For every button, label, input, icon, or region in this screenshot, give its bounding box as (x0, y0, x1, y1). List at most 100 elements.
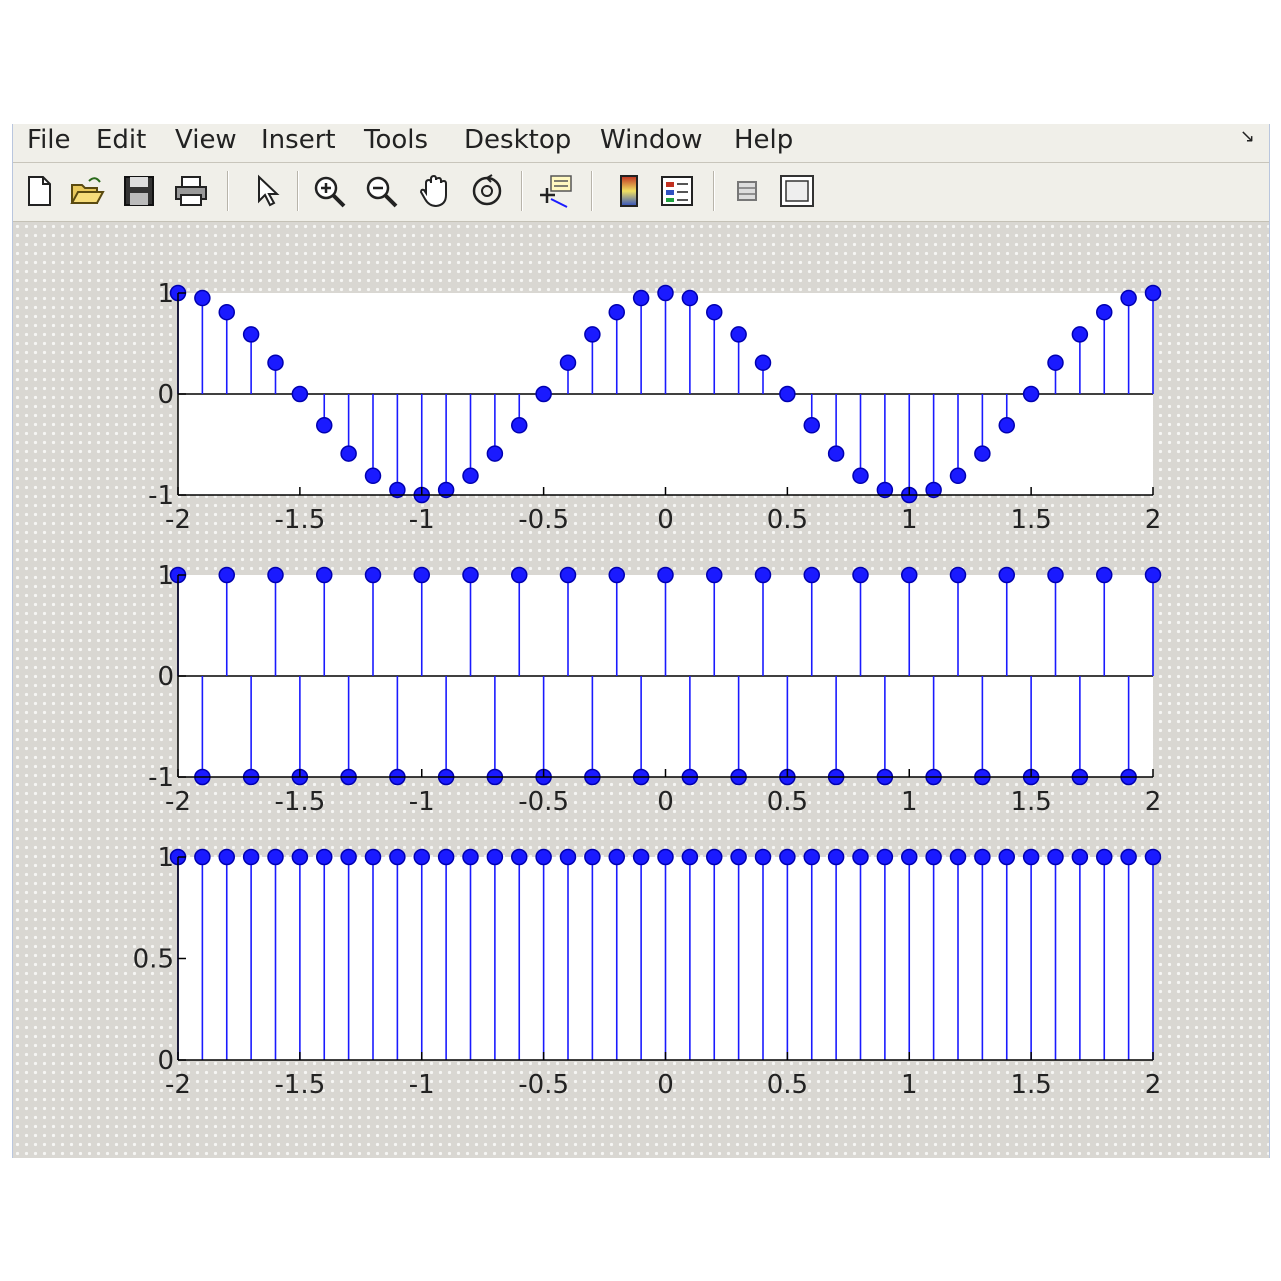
axes-3-marker (462, 848, 479, 866)
axes-2-x-tick-label: 0.5 (767, 787, 808, 817)
axes-3-marker (1047, 848, 1064, 866)
zoom-in-icon (314, 176, 346, 208)
axes-1-x-tick-label: -1.5 (275, 505, 326, 535)
axes-1-marker (949, 467, 967, 485)
menu-tools[interactable]: Tools (364, 124, 428, 156)
hand-icon (419, 174, 447, 208)
axes-2-x-tick-label: 2 (1145, 787, 1162, 817)
hide-tools-icon (737, 181, 757, 201)
figure-window: File Edit View Insert Tools Desktop Wind… (12, 124, 1270, 1158)
axes-3-marker (194, 848, 211, 866)
axes-3-marker (413, 848, 430, 866)
axes-3-marker (949, 848, 967, 866)
axes-3-marker (706, 848, 723, 866)
data-cursor-button[interactable] (537, 173, 573, 209)
axes-2-x-tick-label: 1 (901, 787, 918, 817)
axes-1-y-tick-label: -1 (148, 481, 174, 511)
rotate-3d-button[interactable] (469, 173, 505, 209)
figure-toolbar (13, 163, 1269, 222)
hide-plot-tools-button[interactable] (729, 173, 765, 209)
menu-help[interactable]: Help (734, 124, 793, 156)
axes-2-x-tick-label: 1.5 (1010, 787, 1051, 817)
axes-3-x-tick-label: 0 (657, 1070, 674, 1100)
axes-3-y-tick-label: 0.5 (133, 945, 174, 975)
axes-1-marker (608, 303, 625, 321)
axes-1-marker (364, 467, 382, 485)
zoom-in-button[interactable] (311, 173, 347, 209)
axes-3-marker (218, 848, 235, 866)
axes-3-marker (925, 848, 942, 866)
axes-1-marker (803, 417, 820, 434)
menu-window[interactable]: Window (600, 124, 703, 156)
new-figure-button[interactable] (21, 173, 57, 209)
axes-2-y-tick-label: 0 (157, 662, 174, 692)
floppy-disk-icon (124, 176, 154, 206)
stem-plots: -2 -1.5 -1 -0.5 0 0.5 1 1.5 2-101-2 -1.5 -1 -0.5 0 0.… (133, 279, 1162, 1100)
print-figure-button[interactable] (173, 173, 209, 209)
zoom-out-icon (366, 176, 398, 208)
arrow-cursor-icon (258, 174, 280, 207)
insert-legend-button[interactable] (659, 173, 695, 209)
axes-3-marker (364, 848, 382, 866)
axes-3-marker (852, 848, 869, 866)
legend-icon (661, 176, 693, 206)
axes-1-marker (1022, 385, 1040, 403)
new-document-icon (28, 176, 51, 206)
axes-1-marker (1096, 303, 1113, 321)
save-figure-button[interactable] (121, 173, 157, 209)
axes-2-x-tick-label: -0.5 (518, 787, 569, 817)
axes-2-marker (754, 566, 772, 584)
axes-1-x-tick-label: 2 (1145, 505, 1162, 535)
axes-1-marker (998, 417, 1015, 434)
axes-2-marker (852, 566, 869, 584)
axes-3-x-tick-label: 2 (1145, 1070, 1162, 1100)
axes-3-marker (803, 848, 820, 866)
menu-insert[interactable]: Insert (261, 124, 336, 156)
show-plot-tools-button[interactable] (779, 173, 815, 209)
axes-2-marker (706, 566, 723, 584)
axes-2-marker (511, 566, 528, 584)
axes-2-marker (949, 566, 967, 584)
dock-arrow-icon[interactable]: ↘ (1240, 126, 1255, 147)
axes-1-marker (340, 445, 357, 462)
axes-3-marker (340, 848, 357, 866)
axes-2-x-tick-label: -1.5 (275, 787, 326, 817)
axes-1-marker (316, 417, 333, 434)
axes-3-x-tick-label: 1 (901, 1070, 918, 1100)
axes-2-marker (608, 566, 625, 584)
axes-2-x-tick-label: -1 (409, 787, 435, 817)
axes-2-marker (413, 566, 430, 584)
menu-edit[interactable]: Edit (96, 124, 146, 156)
axes-3-x-tick-label: -0.5 (518, 1070, 569, 1100)
axes-1-marker (535, 385, 552, 403)
edit-plot-button[interactable] (249, 173, 285, 209)
axes-1-x-tick-label: -0.5 (518, 505, 569, 535)
pan-button[interactable] (417, 173, 453, 209)
show-tools-icon (780, 175, 814, 207)
axes-1-marker (852, 467, 869, 485)
axes-3-marker (632, 848, 650, 866)
axes-3-marker (730, 848, 747, 866)
axes-3-marker (242, 848, 260, 866)
axes-3-x-tick-label: -1 (409, 1070, 435, 1100)
axes-2-marker (462, 566, 479, 584)
menu-view[interactable]: View (175, 124, 237, 156)
colorbar-icon (620, 175, 638, 207)
axes-2-marker (901, 566, 918, 584)
insert-colorbar-button[interactable] (611, 173, 647, 209)
axes-1-marker (730, 326, 747, 343)
axes-1-marker (559, 354, 577, 371)
axes-1-marker (194, 289, 211, 307)
menu-desktop[interactable]: Desktop (464, 124, 571, 156)
zoom-out-button[interactable] (363, 173, 399, 209)
axes-1-marker (827, 445, 845, 462)
axes-3-marker (584, 848, 601, 866)
axes-1-marker (1120, 289, 1137, 307)
axes-3-marker (1022, 848, 1040, 866)
axes-1-marker (462, 467, 479, 485)
printer-icon (175, 176, 207, 206)
axes-2-y-tick-label: -1 (148, 763, 174, 793)
menu-file[interactable]: File (27, 124, 71, 156)
open-file-button[interactable] (69, 173, 105, 209)
axes-1-marker (632, 289, 650, 307)
